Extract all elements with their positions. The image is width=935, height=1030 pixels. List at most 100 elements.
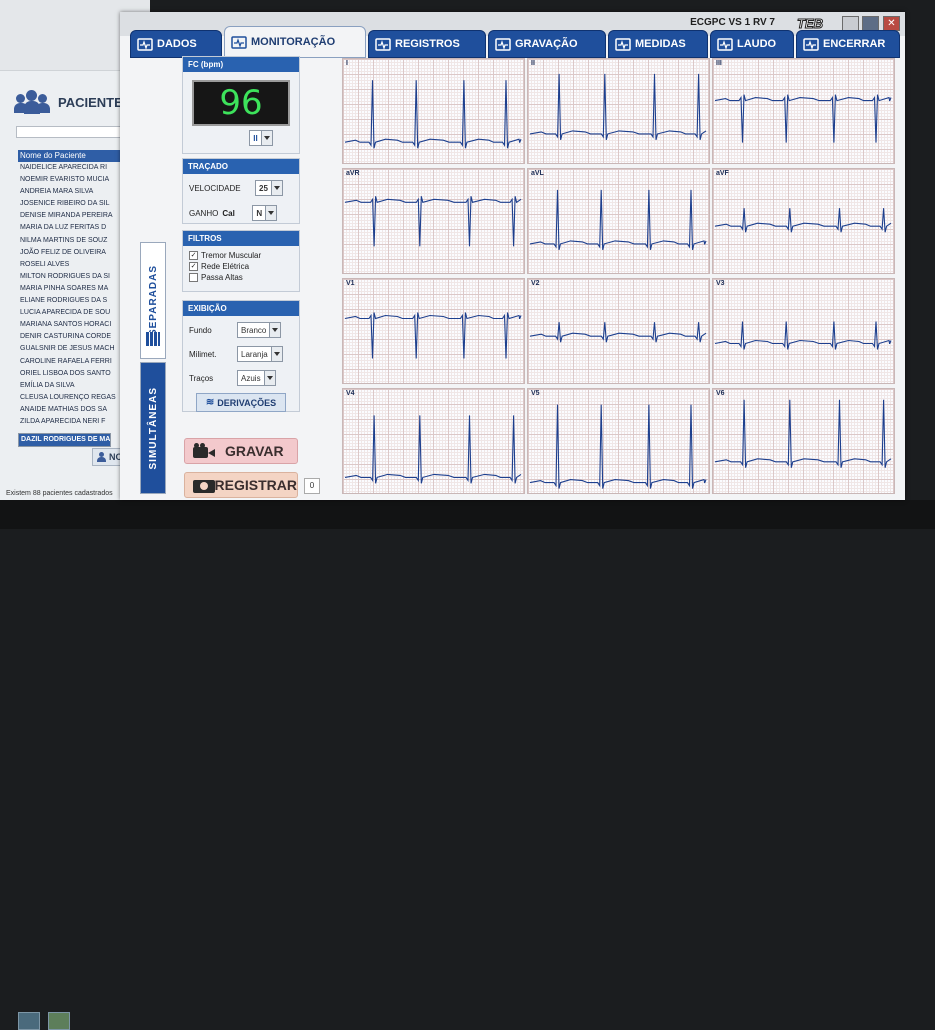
- grid-view-icon[interactable]: [146, 332, 160, 346]
- patient-row[interactable]: JOSENICE RIBEIRO DA SIL: [18, 198, 134, 210]
- monitor-icon: [231, 35, 247, 49]
- ecg-waveform: [714, 208, 892, 233]
- filter-checkbox-row[interactable]: Passa Altas: [183, 272, 299, 283]
- ecg-waveform: [344, 80, 522, 149]
- ecg-lead-avl: aVL: [527, 168, 710, 274]
- patient-row[interactable]: ANDREIA MARA SILVA: [18, 186, 134, 198]
- patient-row[interactable]: ROSELI ALVES: [18, 259, 134, 271]
- patient-row[interactable]: EMÍLIA DA SILVA: [18, 380, 134, 392]
- patients-header: PACIENTES: [14, 90, 131, 114]
- tab-label: REGISTROS: [395, 38, 460, 50]
- chevron-down-icon: [270, 347, 282, 361]
- patient-row[interactable]: ORIEL LISBOA DOS SANTO: [18, 368, 134, 380]
- tracado-panel: TRAÇADO VELOCIDADE 25 GANHO Cal N: [182, 158, 300, 224]
- patient-row[interactable]: CLEUSA LOURENÇO REGAS: [18, 392, 134, 404]
- patient-row[interactable]: LUCIA APARECIDA DE SOU: [18, 307, 134, 319]
- patient-row[interactable]: MARIA DA LUZ FERITAS D: [18, 222, 134, 234]
- ecg-waveform: [344, 415, 522, 484]
- tab-gravacao[interactable]: GRAVAÇÃO: [488, 30, 606, 58]
- patient-row[interactable]: ELIANE RODRIGUES DA S: [18, 295, 134, 307]
- ecg-lead-i: I: [342, 58, 525, 164]
- fc-lead-select[interactable]: II: [249, 130, 273, 146]
- side-tab-spacer: [140, 60, 164, 65]
- patient-search-input[interactable]: [16, 126, 136, 138]
- tab-medidas[interactable]: MEDIDAS: [608, 30, 708, 58]
- tracos-select[interactable]: Azuis: [237, 370, 276, 386]
- ganho-label: GANHO: [189, 208, 219, 218]
- ecg-lead-v5: V5: [527, 388, 710, 494]
- ruler-icon: [615, 37, 631, 51]
- filter-checkbox-row[interactable]: ✓ Rede Elétrica: [183, 261, 299, 272]
- tracos-label: Traços: [189, 373, 214, 383]
- derivacoes-button[interactable]: ≋ DERIVAÇÕES: [196, 393, 286, 412]
- patient-row[interactable]: DENIR CASTURINA CORDE: [18, 331, 134, 343]
- patient-row[interactable]: DAZIL RODRIGUES DE MA: [18, 433, 112, 448]
- registrar-count: 0: [304, 478, 320, 494]
- patient-list-header[interactable]: Nome do Paciente: [18, 150, 134, 162]
- ecg-lead-v4: V4: [342, 388, 525, 494]
- exibicao-panel: EXIBIÇÃO Fundo Branco Milimet. Laranja T…: [182, 300, 300, 412]
- filtros-header: FILTROS: [183, 231, 299, 246]
- checkbox-checked-icon[interactable]: ✓: [189, 251, 198, 260]
- tab-label: GRAVAÇÃO: [515, 38, 578, 50]
- patient-row[interactable]: ZILDA APARECIDA NERI F: [18, 416, 134, 428]
- ecg-lead-avr: aVR: [342, 168, 525, 274]
- patient-row[interactable]: MARIANA SANTOS HORACI: [18, 319, 134, 331]
- ganho-select[interactable]: N: [252, 205, 278, 221]
- ganho-value: N: [256, 208, 263, 218]
- chevron-down-icon: [269, 323, 281, 337]
- ecg-lead-v3: V3: [712, 278, 895, 384]
- tab-registros[interactable]: REGISTROS: [368, 30, 486, 58]
- taskbar-check-icon[interactable]: [48, 1012, 70, 1030]
- ecg-trace: [529, 322, 707, 343]
- ecg-trace: [529, 404, 707, 489]
- tab-laudo[interactable]: LAUDO: [710, 30, 794, 58]
- patient-row[interactable]: MILTON RODRIGUES DA SI: [18, 271, 134, 283]
- camera-icon: [375, 37, 391, 51]
- patient-row[interactable]: NOEMIR EVARISTO MUCIA: [18, 174, 134, 186]
- ecg-waveform: [529, 404, 707, 489]
- video-camera-icon: [495, 37, 511, 51]
- taskbar-app-icon[interactable]: [18, 1012, 40, 1030]
- tab-simultaneas[interactable]: SIMULTÂNEAS: [140, 362, 166, 494]
- ecg-lead-ii: II: [527, 58, 710, 164]
- filtros-panel: FILTROS ✓ Tremor Muscular ✓ Rede Elétrica Pa…: [182, 230, 300, 292]
- patient-row[interactable]: NILMA MARTINS DE SOUZ: [18, 235, 134, 247]
- ecg-waveform: [344, 196, 522, 247]
- patient-row[interactable]: GUALSNIR DE JESUS MACH: [18, 343, 134, 355]
- filter-checkbox-row[interactable]: ✓ Tremor Muscular: [183, 250, 299, 261]
- exibicao-header: EXIBIÇÃO: [183, 301, 299, 316]
- people-icon: [14, 90, 50, 114]
- ecg-trace: [344, 196, 522, 247]
- velocidade-select[interactable]: 25: [255, 180, 283, 196]
- ecg-trace: [529, 73, 707, 141]
- derivacoes-label: DERIVAÇÕES: [217, 397, 277, 408]
- tab-label: DADOS: [157, 38, 197, 50]
- milimet-value: Laranja: [241, 349, 268, 359]
- milimet-select[interactable]: Laranja: [237, 346, 283, 362]
- ecg-lead-v6: V6: [712, 388, 895, 494]
- tab-dados[interactable]: DADOS: [130, 30, 222, 58]
- ecg-waveform: [344, 312, 522, 359]
- fundo-select[interactable]: Branco: [237, 322, 282, 338]
- patient-row[interactable]: JOÃO FELIZ DE OLIVEIRA: [18, 247, 134, 259]
- patient-row[interactable]: NAIDELICE APARECIDA RI: [18, 162, 134, 174]
- tab-encerrar[interactable]: ENCERRAR: [796, 30, 900, 58]
- ecg-waveform: [529, 189, 707, 251]
- checkbox-checked-icon[interactable]: ✓: [189, 262, 198, 271]
- checkbox-unchecked-icon[interactable]: [189, 273, 198, 282]
- patient-row[interactable]: CAROLINE RAFAELA FERRI: [18, 356, 134, 368]
- tracos-value: Azuis: [241, 373, 261, 383]
- edit-icon: [717, 37, 733, 51]
- velocidade-value: 25: [259, 183, 268, 193]
- ecg-trace: [714, 94, 892, 143]
- patient-row[interactable]: ANAIDE MATHIAS DOS SA: [18, 404, 134, 416]
- patient-row[interactable]: DENISE MIRANDA PEREIRA: [18, 210, 134, 222]
- gravar-button[interactable]: GRAVAR: [184, 438, 298, 464]
- tab-monitoracao[interactable]: MONITORAÇÃO: [224, 26, 366, 58]
- patient-row[interactable]: MARIA PINHA SOARES MA: [18, 283, 134, 295]
- filter-label: Passa Altas: [201, 273, 243, 282]
- registrar-button[interactable]: REGISTRAR: [184, 472, 298, 498]
- fc-lead-value: II: [253, 133, 258, 143]
- ecg-wave-icon: [803, 37, 819, 51]
